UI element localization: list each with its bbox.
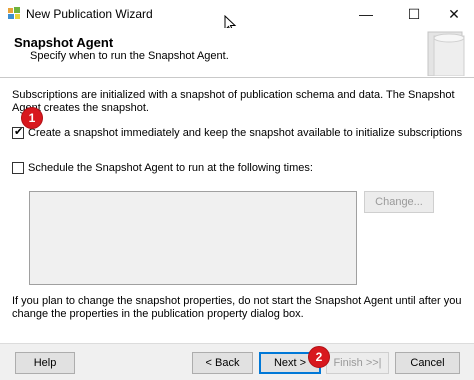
back-button[interactable]: < Back — [192, 352, 253, 374]
finish-button-label: Finish >>| — [333, 357, 382, 369]
intro-text: Subscriptions are initialized with a sna… — [12, 89, 455, 114]
schedule-description-box — [29, 191, 357, 285]
page-title: Snapshot Agent — [14, 35, 114, 50]
minimize-icon: — — [359, 6, 373, 22]
window-title: New Publication Wizard — [26, 7, 153, 21]
minimize-button[interactable]: — — [348, 0, 384, 28]
title-bar: New Publication Wizard — ☐ ✕ — [0, 0, 474, 33]
checkmark-icon: ✔ — [14, 126, 24, 138]
change-button[interactable]: Change... — [364, 191, 434, 213]
close-icon: ✕ — [448, 5, 460, 22]
cancel-button-label: Cancel — [410, 357, 445, 369]
create-snapshot-label[interactable]: Create a snapshot immediately and keep t… — [28, 127, 462, 139]
wizard-app-icon — [8, 7, 20, 19]
step-1-badge: 1 — [21, 107, 43, 129]
back-button-label: < Back — [205, 357, 240, 369]
wizard-header: Snapshot Agent Specify when to run the S… — [0, 28, 474, 78]
help-button[interactable]: Help — [15, 352, 75, 374]
wizard-banner-icon — [427, 31, 465, 76]
create-snapshot-checkbox[interactable]: ✔ — [12, 126, 24, 139]
next-button-label: Next > — [273, 357, 307, 369]
maximize-icon: ☐ — [407, 5, 421, 22]
help-button-label: Help — [33, 357, 57, 369]
change-button-label: Change... — [375, 196, 423, 208]
schedule-checkbox[interactable] — [12, 162, 24, 174]
close-button[interactable]: ✕ — [436, 0, 472, 28]
step-2-badge: 2 — [308, 346, 330, 368]
cancel-button[interactable]: Cancel — [395, 352, 460, 374]
maximize-button[interactable]: ☐ — [396, 0, 432, 28]
wizard-footer: Help < Back Next > Finish >>| Cancel — [0, 343, 474, 380]
finish-button[interactable]: Finish >>| — [326, 352, 389, 374]
schedule-label[interactable]: Schedule the Snapshot Agent to run at th… — [28, 162, 313, 174]
note-text: If you plan to change the snapshot prope… — [12, 295, 462, 320]
page-subtitle: Specify when to run the Snapshot Agent. — [30, 50, 229, 62]
